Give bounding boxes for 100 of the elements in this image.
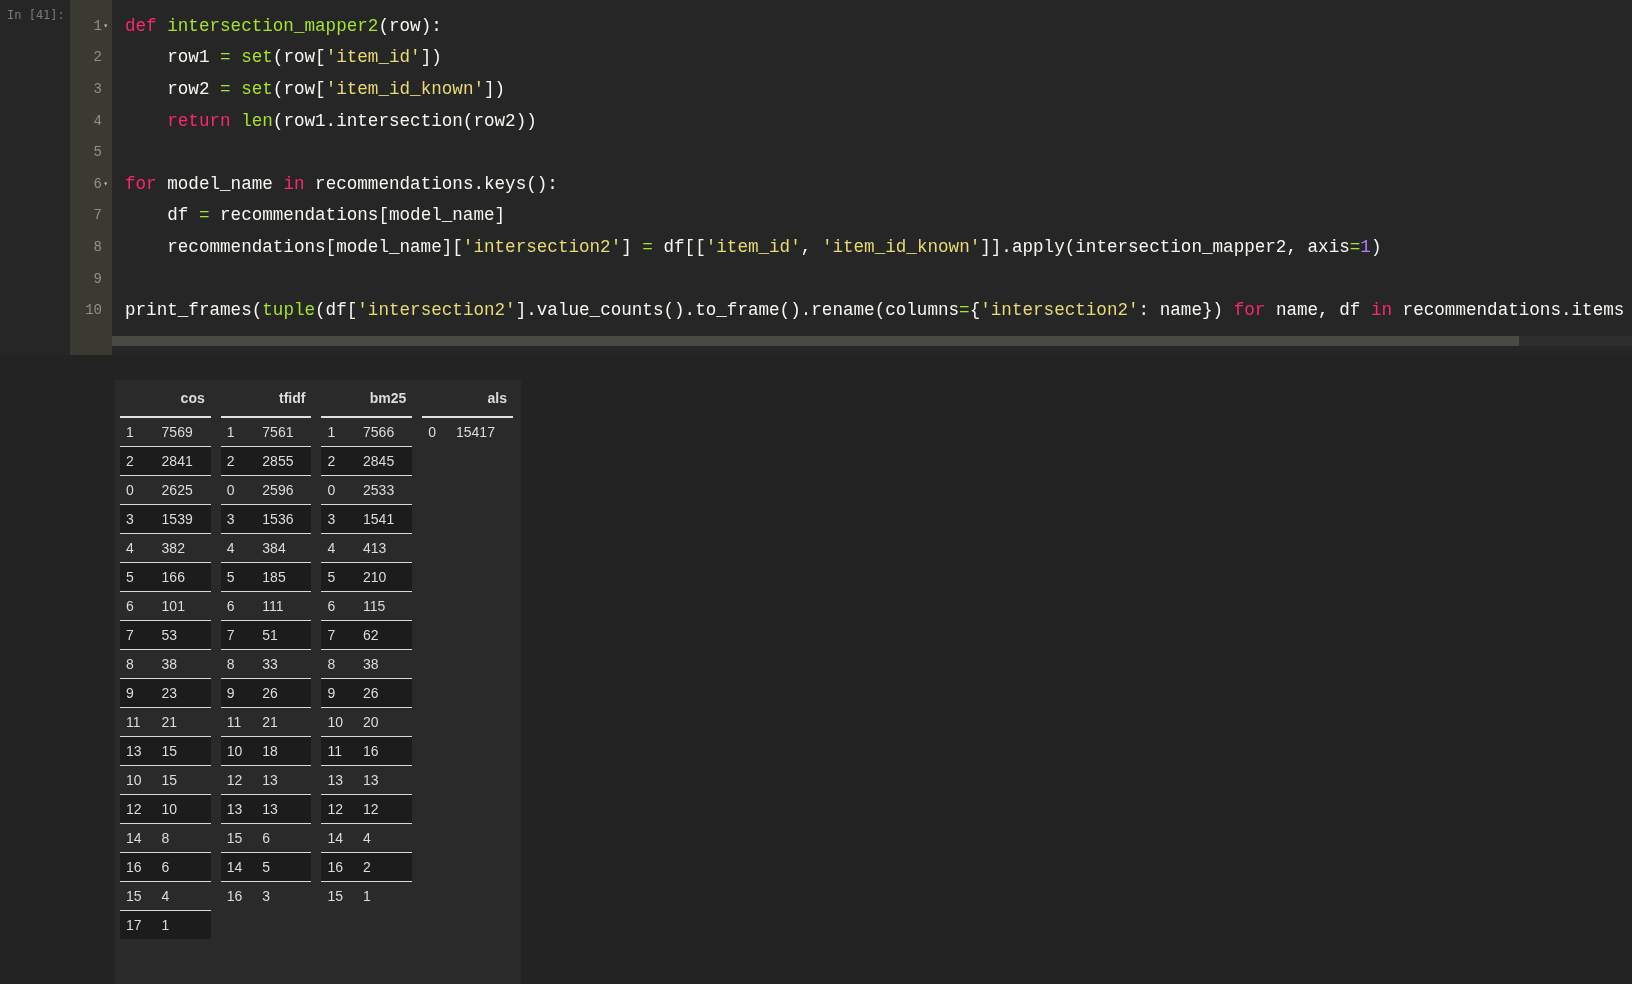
row-index: 11 (220, 707, 257, 737)
row-index: 14 (120, 823, 156, 853)
table-cell: 4 (155, 881, 211, 911)
row-index: 10 (120, 765, 156, 795)
row-index: 11 (120, 707, 156, 737)
cell-prompt: In [41]: (6, 7, 66, 24)
row-index: 5 (120, 562, 156, 592)
row-index: 0 (220, 475, 257, 505)
row-index: 10 (321, 707, 358, 737)
code-line: for model_name in recommendations.keys(): (125, 173, 558, 194)
row-index: 6 (321, 591, 358, 621)
line-number: 3 (93, 81, 102, 97)
row-index: 17 (120, 910, 156, 939)
row-index: 11 (321, 736, 358, 766)
row-index: 16 (120, 852, 156, 882)
row-index: 7 (321, 620, 358, 650)
row-index: 0 (321, 475, 358, 505)
row-index: 15 (220, 823, 257, 853)
table-cell: 384 (256, 533, 312, 563)
row-index: 4 (120, 533, 156, 563)
table-cell: 7569 (155, 417, 211, 447)
table-cell: 2533 (357, 475, 413, 505)
line-number: 1 (93, 17, 102, 34)
code-line: recommendations[model_name]['intersection2'] = df[['item_id', 'item_id_known']].apply(intersection_mapper2, axis=1) (166, 236, 1382, 257)
row-index: 16 (220, 881, 257, 910)
row-index: 9 (321, 678, 358, 708)
fold-arrow[interactable]: ▾ (103, 21, 108, 30)
table-cell: 12 (357, 794, 413, 824)
row-index: 5 (220, 562, 257, 592)
table-cell: 16 (357, 736, 413, 766)
line-number: 4 (93, 112, 102, 129)
table-cell: 38 (155, 649, 211, 679)
code-line: row1 = set(row['item_id']) (166, 47, 442, 68)
table-cell: 21 (256, 707, 312, 737)
row-index: 6 (220, 591, 257, 621)
table-cell: 26 (357, 678, 413, 708)
table-cell: 1 (357, 881, 413, 910)
row-index: 13 (321, 765, 358, 795)
table-cell: 6 (256, 823, 312, 853)
row-index: 1 (220, 417, 257, 447)
row-index: 12 (321, 794, 358, 824)
table-cell: 185 (256, 562, 312, 592)
table-cell: 51 (256, 620, 312, 650)
row-index: 16 (321, 852, 358, 882)
row-index: 0 (422, 417, 450, 446)
line-number: 8 (93, 238, 102, 255)
table-cell: 3 (256, 881, 312, 910)
row-index: 13 (120, 736, 156, 766)
row-index: 9 (220, 678, 257, 708)
table-cell: 2596 (256, 475, 312, 505)
row-index: 4 (220, 533, 257, 563)
table-cell: 210 (357, 562, 413, 592)
table-cell: 18 (256, 736, 312, 766)
fold-arrow[interactable]: ▾ (103, 178, 108, 188)
table-cell: 15417 (450, 417, 513, 446)
row-index: 1 (120, 417, 156, 447)
row-index: 2 (120, 446, 156, 476)
table-cell: 8 (155, 823, 211, 853)
table-cell: 2625 (155, 475, 211, 505)
code-line: print_frames(tuple(df['intersection2'].value_counts().to_frame().rename(columns={'intersection2': name}) for name, df in recommendations.items (125, 300, 1625, 321)
column-header[interactable]: bm25 (357, 380, 413, 417)
code-line: row2 = set(row['item_id_known']) (166, 79, 506, 99)
line-number: 10 (85, 302, 102, 319)
table-cell: 2855 (256, 446, 312, 476)
row-index: 8 (220, 649, 257, 679)
row-index: 5 (321, 562, 358, 592)
table-cell: 15 (155, 765, 211, 795)
row-index: 15 (321, 881, 358, 910)
table-cell: 20 (357, 707, 413, 737)
table-cell: 4 (357, 823, 413, 853)
row-index: 14 (220, 852, 257, 882)
table-cell: 21 (155, 707, 211, 737)
column-header[interactable]: tfidf (256, 380, 312, 417)
row-index: 12 (220, 765, 257, 795)
table-cell: 13 (256, 794, 312, 824)
code-line: return len(row1.intersection(row2)) (166, 110, 537, 131)
table-cell: 38 (357, 649, 413, 679)
table-cell: 7566 (357, 417, 413, 447)
table-cell: 7561 (256, 417, 312, 447)
column-header[interactable]: cos (155, 380, 211, 417)
row-index: 3 (120, 504, 156, 534)
row-index: 0 (120, 475, 156, 505)
row-index: 3 (220, 504, 257, 534)
row-index: 8 (321, 649, 358, 679)
table-cell: 62 (357, 620, 413, 650)
row-index: 4 (321, 533, 358, 563)
table-cell: 13 (256, 765, 312, 795)
table-cell: 382 (155, 533, 211, 563)
line-number: 7 (93, 207, 102, 224)
row-index: 7 (120, 620, 156, 650)
row-index: 3 (321, 504, 358, 534)
code-line: df = recommendations[model_name] (166, 205, 506, 226)
line-number: 9 (93, 270, 102, 287)
row-index: 15 (120, 881, 156, 911)
table-cell: 26 (256, 678, 312, 708)
column-header[interactable]: als (450, 380, 513, 417)
table-cell: 13 (357, 765, 413, 795)
row-index: 12 (120, 794, 156, 824)
table-cell: 413 (357, 533, 413, 563)
row-index: 7 (220, 620, 257, 650)
